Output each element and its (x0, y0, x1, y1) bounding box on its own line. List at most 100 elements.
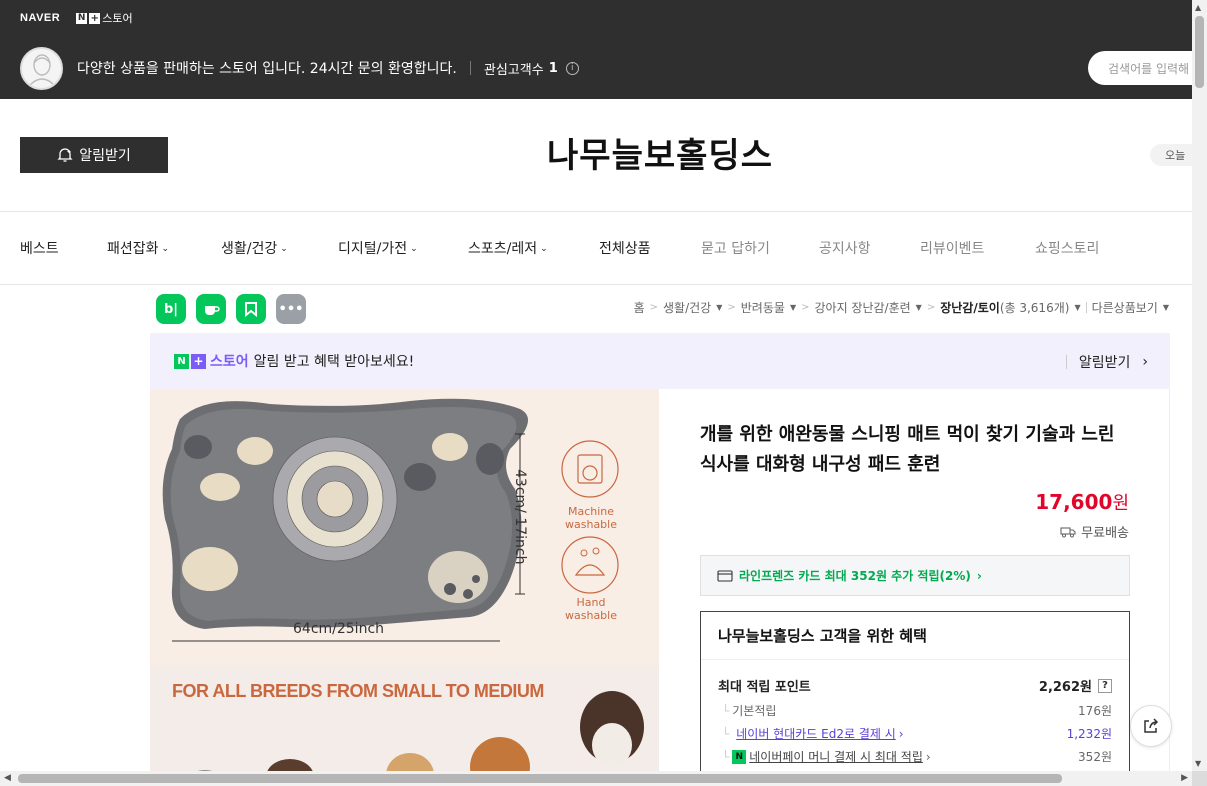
card-points-promo[interactable]: 라인프렌즈 카드 최대 352원 추가 적립(2%) › (700, 555, 1130, 596)
nav-item-label: 리뷰이벤트 (920, 241, 985, 257)
triangle-down-icon[interactable]: ▼ (916, 303, 922, 312)
scroll-up-icon[interactable]: ▲ (1195, 3, 1201, 12)
benefit-row-value: 1,232원 (1066, 727, 1112, 741)
more-icon[interactable]: ••• (276, 294, 306, 324)
hand-washable-label: Hand washable (565, 596, 617, 622)
benefit-row-value: 176원 (1078, 704, 1112, 718)
nav-item-digital[interactable]: 디지털/가전 ⌄ (338, 238, 418, 258)
triangle-down-icon[interactable]: ▼ (716, 303, 722, 312)
benefit-row: └ 기본적립 176원 (718, 702, 1112, 719)
max-points-value: 2,262원 (1038, 680, 1092, 695)
blog-icon[interactable]: b| (156, 294, 186, 324)
promo-message: 알림 받고 혜택 받아보세요! (253, 354, 415, 370)
scroll-right-icon[interactable]: ▶ (1181, 773, 1188, 783)
breadcrumb-separator-icon: > (926, 302, 936, 313)
info-icon[interactable]: i (565, 61, 579, 75)
nav-item-sports[interactable]: 스포츠/레저 ⌄ (468, 238, 548, 258)
help-question-icon[interactable]: ? (1098, 678, 1112, 693)
n-logo-icon: N (76, 12, 88, 24)
truck-icon (1060, 526, 1076, 537)
keep-bookmark-icon (245, 302, 257, 317)
notification-promo-banner[interactable]: N + 스토어 알림 받고 혜택 받아보세요! 알림받기 › (150, 333, 1170, 389)
breadcrumb-separator-icon: > (727, 302, 736, 313)
breadcrumb: 홈 > 생활/건강 ▼ > 반려동물 ▼ > 강아지 장난감/훈련 ▼ > 장난감/토… (634, 299, 1169, 316)
naver-pay-money-link[interactable]: 네이버페이 머니 결제 시 최대 적립 (749, 748, 923, 765)
chevron-down-icon: ⌄ (280, 244, 288, 254)
breadcrumb-separator-icon: > (649, 302, 658, 313)
triangle-down-icon[interactable]: ▼ (1163, 303, 1169, 312)
nav-item-label: 묻고 답하기 (701, 241, 770, 257)
max-points-row: 최대 적립 포인트 2,262원 ? (718, 676, 1112, 695)
promo-action[interactable]: 알림받기 › (1065, 352, 1148, 372)
nplus-store-logo[interactable]: N + 스토어 (76, 10, 133, 26)
dog-breeds-photo: FOR ALL BREEDS FROM SMALL TO MEDIUM (150, 667, 659, 786)
nav-item-notice[interactable]: 공지사항 (819, 238, 871, 258)
scroll-left-icon[interactable]: ◀ (4, 773, 11, 783)
divider (1085, 302, 1087, 313)
brand-area: NAVER N + 스토어 (20, 10, 133, 26)
nav-item-label: 베스트 (20, 241, 59, 257)
chevron-down-icon: ⌄ (161, 244, 170, 254)
benefit-row-value: 352원 (1078, 750, 1112, 764)
tree-branch-icon: └ (722, 726, 730, 741)
interested-customers-label: 관심고객수 (483, 62, 544, 78)
plus-logo-icon: + (89, 12, 101, 24)
nav-item-qna[interactable]: 묻고 답하기 (701, 238, 770, 258)
vertical-scrollbar[interactable]: ▲ ▼ (1192, 0, 1207, 771)
nav-divider-bottom (0, 284, 1192, 285)
other-products-link[interactable]: 다른상품보기 (1092, 299, 1158, 316)
chevron-right-icon: › (1142, 354, 1148, 370)
nav-item-living-health[interactable]: 생활/건강 ⌄ (221, 238, 288, 258)
benefit-row: └ N 네이버페이 머니 결제 시 최대 적립 › 352원 (718, 748, 1112, 765)
nav-item-label: 공지사항 (819, 241, 871, 257)
product-image[interactable]: 43cm/ 17inch 64cm/25inch Machine washabl… (150, 389, 659, 786)
max-points-label: 최대 적립 포인트 (718, 680, 811, 695)
store-info: 다양한 상품을 판매하는 스토어 입니다. 24시간 문의 환영합니다. 관심고… (20, 46, 579, 90)
height-dimension-label: 43cm/ 17inch (512, 469, 528, 565)
nav-item-fashion[interactable]: 패션잡화 ⌄ (107, 238, 169, 258)
store-name-title[interactable]: 나무늘보홀딩스 (0, 128, 1207, 177)
store-description: 다양한 상품을 판매하는 스토어 입니다. 24시간 문의 환영합니다. (77, 61, 457, 77)
machine-washable-label: Machine washable (565, 505, 617, 531)
scroll-down-icon[interactable]: ▼ (1195, 759, 1201, 768)
interested-customers: 관심고객수 1 i (484, 59, 579, 78)
horizontal-scroll-thumb[interactable] (18, 774, 1062, 783)
tree-branch-icon: └ (722, 749, 730, 764)
store-topbar: NAVER N + 스토어 다양한 상품을 판매하는 스토어 입니다. 24시간… (0, 0, 1207, 99)
benefit-title: 나무늘보홀딩스 고객을 위한 혜택 (701, 612, 1129, 660)
vertical-scroll-thumb[interactable] (1195, 16, 1204, 88)
product-title: 개를 위한 애완동물 스니핑 매트 먹이 찾기 기술과 느린 식사를 대화형 내… (700, 424, 1115, 475)
nav-item-review-event[interactable]: 리뷰이벤트 (920, 238, 984, 258)
tree-branch-icon: └ (722, 703, 730, 718)
breadcrumb-level3[interactable]: 강아지 장난감/훈련 (814, 299, 910, 316)
nav-item-label: 패션잡화 (107, 241, 159, 257)
nav-item-shopping-story[interactable]: 쇼핑스토리 (1035, 238, 1099, 258)
store-avatar[interactable] (20, 46, 63, 90)
breadcrumb-level1[interactable]: 생활/건강 (663, 299, 711, 316)
hyundai-card-link[interactable]: 네이버 현대카드 Ed2로 결제 시 (732, 725, 896, 742)
nav-item-all-products[interactable]: 전체상품 (599, 238, 651, 258)
credit-card-icon (717, 569, 733, 582)
shipping-label: 무료배송 (1081, 526, 1129, 541)
breadcrumb-current-label: 장난감/토이 (940, 301, 1000, 315)
promo-store-word: 스토어 (210, 354, 249, 370)
nplus-store-badge: N + (174, 353, 206, 369)
snuffle-mat-photo: 43cm/ 17inch 64cm/25inch Machine washabl… (150, 389, 659, 664)
share-button[interactable] (1130, 705, 1172, 747)
triangle-down-icon[interactable]: ▼ (790, 303, 796, 312)
horizontal-scrollbar[interactable]: ◀ ▶ (0, 771, 1192, 786)
nav-item-best[interactable]: 베스트 (20, 238, 59, 258)
breadcrumb-home[interactable]: 홈 (634, 299, 645, 316)
benefit-row: └ 네이버 현대카드 Ed2로 결제 시 › 1,232원 (718, 725, 1112, 742)
triangle-down-icon[interactable]: ▼ (1074, 303, 1080, 312)
customer-benefit-box: 나무늘보홀딩스 고객을 위한 혜택 최대 적립 포인트 2,262원 ? └ 기본… (700, 611, 1130, 786)
talktalk-icon[interactable] (196, 294, 226, 324)
keep-icon[interactable] (236, 294, 266, 324)
benefit-label-text: 기본적립 (732, 704, 777, 718)
nav-item-label: 디지털/가전 (338, 241, 408, 257)
breadcrumb-current[interactable]: 장난감/토이(총 3,616개) (940, 299, 1069, 316)
search-input[interactable]: 검색어를 입력해 (1088, 51, 1207, 85)
breadcrumb-level2[interactable]: 반려동물 (741, 299, 785, 316)
naver-logo[interactable]: NAVER (20, 12, 60, 24)
chevron-down-icon: ⌄ (410, 244, 418, 254)
